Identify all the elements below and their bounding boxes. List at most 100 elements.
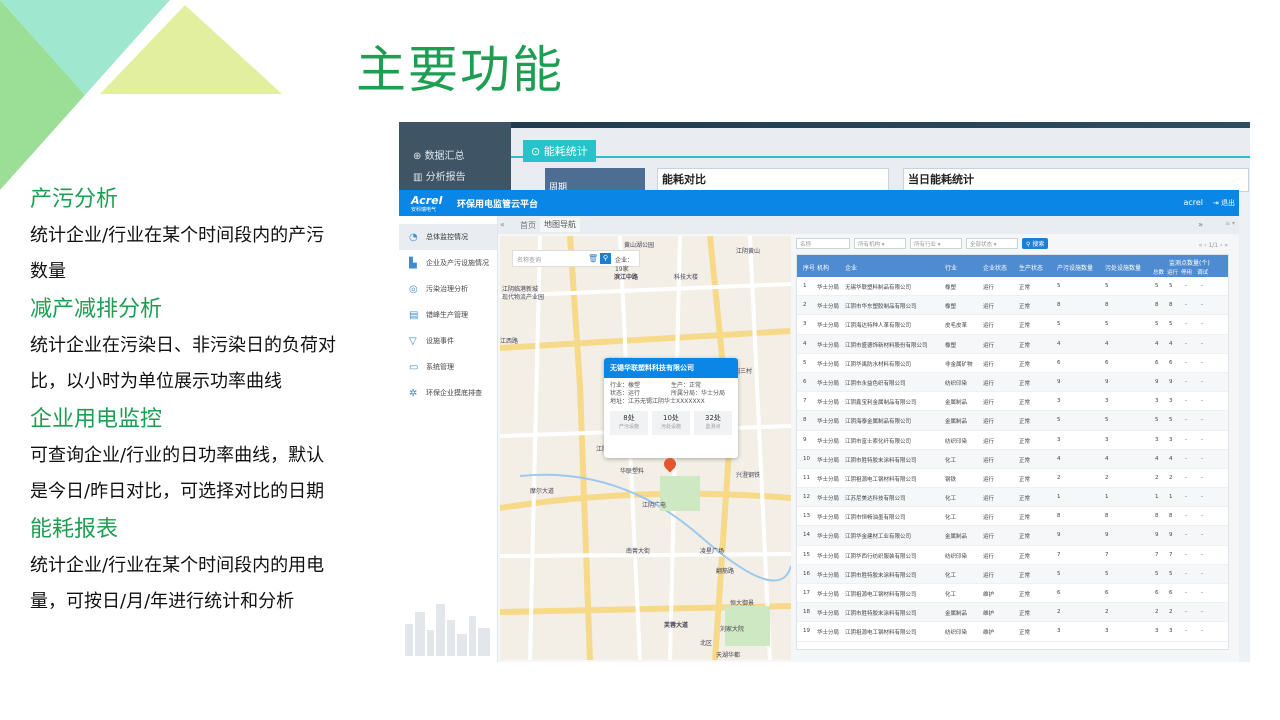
status-filter-select[interactable]: 全部状态 ▾ [966,238,1018,249]
table-cell: 华士分局 [817,323,840,330]
back-nav-summary[interactable]: ⊕ 数据汇总 [399,146,511,167]
table-cell: 运行 [983,496,995,503]
table-row[interactable]: 12 华士分局 江苏尼美达科技有限公司 化工 运行 正常 1 1 1 1 - - [797,488,1228,508]
table-row[interactable]: 7 华士分局 江阴鑫宝利金属制品有限公司 金属制品 运行 正常 3 3 3 3 - - [797,392,1228,412]
org-filter-select[interactable]: 所有机构 ▾ [854,238,906,249]
table-cell: 5 [1057,570,1061,577]
sidebar-item[interactable]: ▭ 系统管理 [399,354,497,380]
table-cell: 3 [1155,628,1159,635]
table-cell: 橡塑 [945,304,957,311]
popup-stat-label: 产污设施 [618,424,639,430]
table-row[interactable]: 10 华士分局 江阴市胜特胶末涂料有限公司 化工 运行 正常 4 4 4 4 - - [797,449,1228,469]
sidebar-item[interactable]: ▽ 设施事件 [399,328,497,354]
table-row[interactable]: 18 华士分局 江阴市胜特胶末涂料有限公司 金属制品 维护 正常 2 2 2 2 - - [797,603,1228,623]
table-cell: - [1185,398,1187,405]
sidebar-item[interactable]: ◔ 总体监控情况 [399,224,497,250]
table-cell: 8 [1169,513,1173,520]
back-nav-report[interactable]: ▥ 分析报告 [399,167,511,188]
enterprise-popup[interactable]: 无锡华联塑料科技有限公司 行业：橡塑 生产：正常 状态：运行 所属分局：华士分局 地… [604,358,738,458]
sidebar-item[interactable]: ▤ 错峰生产管理 [399,302,497,328]
map-label: 天湖华都 [716,652,741,659]
table-cell: - [1201,474,1203,481]
table-row[interactable]: 11 华士分局 江阴祖源电工钢材料有限公司 钢铁 运行 正常 2 2 2 2 - - [797,469,1228,489]
table-row[interactable]: 1 华士分局 无锡华联塑料制品有限公司 橡塑 运行 正常 5 5 5 5 - - [797,277,1228,297]
table-cell: 9 [1155,378,1159,385]
table-cell: 5 [1057,417,1061,424]
table-cell: 钢铁 [945,476,957,483]
popup-address: 地址：江苏无锡江阴华士XXXXXXX [610,398,705,405]
table-cell: 8 [803,417,807,424]
table-cell: 江阴海泰金属制品有限公司 [845,419,912,426]
table-row[interactable]: 6 华士分局 江阴市永益色织有限公司 纺织印染 运行 正常 9 9 9 9 - - [797,372,1228,393]
pagination[interactable]: « ‹ 1/1 › » [1199,242,1228,249]
tab-next-icon[interactable]: » [1198,220,1203,229]
table-cell: 正常 [1019,304,1031,311]
table-cell: 4 [1105,340,1109,347]
table-cell: - [1201,417,1203,424]
table-row[interactable]: 17 华士分局 江阴祖源电工钢材料有限公司 化工 维护 正常 6 6 6 6 - - [797,584,1228,604]
table-cell: 3 [1105,436,1109,443]
tab-menu[interactable]: ≡ ▾ [1225,220,1235,227]
sidebar-item-label: 系统管理 [426,363,454,371]
table-cell: 华士分局 [817,342,840,349]
map-view[interactable]: 名称查询 🗑 ⚲ 企业：19家 黄山湖公园 江阴黄山 滨江中路 科技大楼 江阴临港新城现… [500,236,791,660]
table-cell: 正常 [1019,630,1031,637]
name-filter-input[interactable]: 名称 [796,238,850,249]
table-cell: 华士分局 [817,572,840,579]
search-icon[interactable]: ⚲ [600,253,611,264]
table-row[interactable]: 16 华士分局 江阴市胜特胶末涂料有限公司 化工 运行 正常 5 5 5 5 - - [797,564,1228,584]
logout-button[interactable]: ⇥ 退出 [1213,198,1235,208]
trash-icon[interactable]: 🗑 [588,254,598,263]
table-row[interactable]: 14 华士分局 江阴华金建材工业有限公司 金属制品 运行 正常 9 9 9 9 - - [797,526,1228,546]
sidebar-item[interactable]: ✲ 环保企业摸底排查 [399,380,497,406]
tab-energy-stats[interactable]: ⊙ 能耗统计 [523,140,596,162]
table-cell: 9 [1105,378,1109,385]
table-cell: 5 [1105,283,1109,289]
table-cell: 1 [803,283,807,289]
user-name[interactable]: acrel [1183,198,1203,207]
table-cell: - [1201,359,1203,366]
table-row[interactable]: 5 华士分局 江阴华禹防水材料有限公司 非金属矿物 运行 正常 6 6 6 6 - - [797,354,1228,373]
table-cell: 8 [1057,513,1061,520]
table-row[interactable]: 19 华士分局 江阴祖源电工钢材料有限公司 纺织印染 维护 正常 3 3 3 3 - - [797,622,1228,642]
table-cell: 14 [803,532,810,539]
table-row[interactable]: 4 华士分局 江阴市盛德饰新材料股份有限公司 橡塑 运行 正常 4 4 4 4 - - [797,334,1228,354]
table-cell: 江阴祖源电工钢材料有限公司 [845,630,917,637]
table-row[interactable]: 9 华士分局 江阴市富士索化纤有限公司 纺织印染 运行 正常 3 3 3 3 - - [797,431,1228,450]
sidebar-item[interactable]: ▙ 企业及产污设施情况 [399,250,497,276]
table-cell: - [1185,474,1187,481]
table-cell: - [1185,455,1187,462]
popup-stat-value: 32处 [705,414,721,422]
table-row[interactable]: 13 华士分局 江阴市恒畅油墨有限公司 化工 运行 正常 8 8 8 8 - - [797,507,1228,527]
table-cell: 10 [803,455,810,462]
sidebar-item[interactable]: ◎ 污染治理分析 [399,276,497,302]
table-row[interactable]: 3 华士分局 江阴海达特种人革有限公司 皮毛皮革 运行 正常 5 5 5 5 - - [797,315,1228,335]
table-cell: 运行 [983,438,995,445]
table-cell: 江苏尼美达科技有限公司 [845,496,906,503]
app-window: Acrel 安科瑞电气 环保用电监管云平台 acrel ⇥ 退出 ◔ 总体监控情况 ▙… [399,190,1239,662]
table-cell: - [1201,302,1203,309]
table-cell: 运行 [983,304,995,311]
map-label: 江阴黄山 [736,248,761,255]
tab-map[interactable]: 地图导航 [540,218,580,232]
table-cell: - [1201,609,1203,616]
map-search[interactable]: 名称查询 🗑 ⚲ 企业：19家 [512,250,640,273]
search-button[interactable]: ⚲ 搜索 [1022,238,1049,249]
table-cell: 化工 [945,515,957,522]
table-row[interactable]: 15 华士分局 江阴华西行纺织服装有限公司 纺织印染 运行 正常 7 7 7 7 - - [797,546,1228,565]
table-cell: 运行 [983,419,995,426]
table-cell: 2 [1155,474,1159,481]
table-row[interactable]: 2 华士分局 江阴市华东塑胶制品有限公司 橡塑 运行 正常 8 8 8 8 - - [797,296,1228,316]
table-cell: - [1201,378,1203,385]
tab-prev-icon[interactable]: « [500,220,505,229]
table-cell: 维护 [983,592,995,598]
column-header: 企业状态 [983,265,1008,272]
industry-filter-select[interactable]: 所有行业 ▾ [910,238,962,249]
table-row[interactable]: 8 华士分局 江阴海泰金属制品有限公司 金属制品 运行 正常 5 5 5 5 - - [797,411,1228,431]
table-cell: - [1201,570,1203,577]
table-cell: 5 [1155,417,1159,424]
tab-home[interactable]: 首页 [520,220,536,231]
table-cell: 正常 [1019,496,1031,503]
popup-stat-value: 8处 [623,414,635,422]
table-cell: 18 [803,609,810,616]
